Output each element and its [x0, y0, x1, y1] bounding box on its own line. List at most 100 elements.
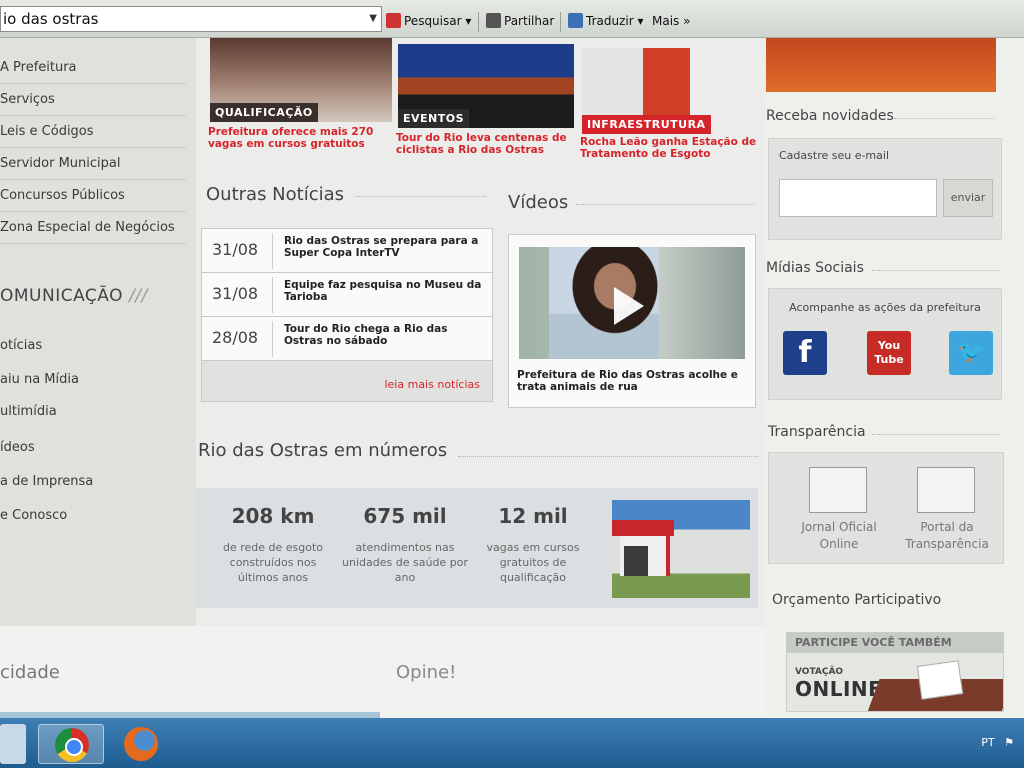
browser-toolbar: io das ostras ▼ Pesquisar ▾ Partilhar Tr… [0, 0, 1024, 38]
cidade-heading: cidade [0, 662, 60, 683]
main-content: QUALIFICAÇÃO Prefeitura oferece mais 270… [196, 38, 766, 626]
sidebar-item-zona-especial[interactable]: Zona Especial de Negócios [0, 212, 186, 244]
highlight-tag: EVENTOS [398, 109, 470, 128]
votacao-online-banner[interactable]: PARTICIPE VOCÊ TAMBÉM VOTAÇÃO ONLINE [786, 632, 1004, 712]
pesquisar-button[interactable]: Pesquisar ▾ [386, 11, 471, 31]
enviar-button[interactable]: enviar [943, 179, 993, 217]
highlight-thumb-infraestrutura[interactable]: INFRAESTRUTURA [582, 48, 756, 134]
sidebar-item-servidor[interactable]: Servidor Municipal [0, 148, 186, 180]
transparencia-title: Transparência [768, 424, 866, 440]
news-date: 31/08 [212, 284, 259, 303]
news-title: Rio das Ostras se prepara para a Super C… [284, 235, 479, 259]
highlight-tag: QUALIFICAÇÃO [210, 103, 318, 122]
section-divider [872, 434, 1000, 435]
outras-noticias-title: Outras Notícias [206, 184, 345, 205]
highlight-caption[interactable]: Prefeitura oferece mais 270 vagas em cur… [208, 126, 388, 150]
partilhar-button[interactable]: Partilhar [486, 11, 554, 31]
chrome-taskbar-button[interactable] [38, 724, 104, 764]
news-title: Equipe faz pesquisa no Museu da Tarioba [284, 279, 482, 303]
stat-value: 675 mil [363, 504, 447, 528]
traduzir-button[interactable]: Traduzir ▾ [568, 11, 644, 31]
sidebar-item-multimidia[interactable]: ultimídia [0, 404, 57, 419]
taskbar: PT ⚑ [0, 718, 1024, 768]
stat-description: vagas em cursos gratuitos de qualificaçã… [486, 541, 580, 584]
videos-title: Vídeos [508, 192, 569, 213]
jornal-oficial-link[interactable]: Jornal Oficial Online [789, 519, 889, 553]
flag-icon[interactable]: ⚑ [1004, 736, 1014, 749]
sidebar-item-videos[interactable]: ídeos [0, 440, 35, 455]
sidebar-item-imprensa[interactable]: a de Imprensa [0, 474, 93, 489]
promo-label: VOTAÇÃO [795, 667, 844, 677]
right-column: Receba novidades Cadastre seu e-mail env… [766, 38, 1024, 718]
video-caption[interactable]: Prefeitura de Rio das Ostras acolhe e tr… [517, 369, 749, 393]
search-input[interactable]: io das ostras ▼ [0, 6, 382, 32]
sidebar-item-fale-conosco[interactable]: e Conosco [0, 508, 67, 523]
banner-image[interactable] [766, 38, 996, 92]
comunicacao-heading: OMUNICAÇÃO/// [0, 286, 148, 306]
novidades-title: Receba novidades [766, 108, 894, 124]
video-thumbnail[interactable] [519, 247, 745, 359]
news-title: Tour do Rio chega a Rio das Ostras no sá… [284, 323, 448, 347]
social-label: Acompanhe as ações da prefeitura [789, 301, 981, 314]
stat-description: atendimentos nas unidades de saúde por a… [342, 541, 468, 584]
email-input[interactable] [779, 179, 937, 217]
news-item[interactable]: 31/08 Equipe faz pesquisa no Museu da Ta… [202, 273, 492, 317]
news-date: 31/08 [212, 240, 259, 259]
highlight-caption[interactable]: Rocha Leão ganha Estação de Tratamento d… [580, 136, 758, 160]
stat-value: 12 mil [498, 504, 568, 528]
youtube-icon[interactable]: You Tube [867, 331, 911, 375]
opine-heading: Opine! [396, 662, 457, 683]
toolbar-separator [478, 12, 479, 32]
building-door [624, 546, 648, 576]
highlight-thumb-eventos[interactable]: EVENTOS [398, 44, 574, 128]
news-date: 28/08 [212, 328, 259, 347]
translate-icon [568, 13, 583, 28]
section-divider [458, 456, 758, 457]
laptop-icon[interactable] [917, 467, 975, 513]
mais-button[interactable]: Mais » [652, 11, 690, 31]
highlight-thumb-qualificacao[interactable]: QUALIFICAÇÃO [210, 38, 392, 122]
promo-title: ONLINE [795, 677, 883, 701]
twitter-icon[interactable]: 🐦 [949, 331, 993, 375]
facebook-icon[interactable]: f [783, 331, 827, 375]
system-tray: PT ⚑ [981, 736, 1014, 749]
firefox-icon [124, 727, 158, 761]
news-item[interactable]: 28/08 Tour do Rio chega a Rio das Ostras… [202, 317, 492, 361]
sidebar-item-noticias[interactable]: otícias [0, 338, 42, 353]
stat-description: de rede de esgoto construídos nos último… [222, 541, 324, 584]
share-icon [486, 13, 501, 28]
sidebar-item-leis[interactable]: Leis e Códigos [0, 116, 186, 148]
search-input-value: io das ostras [3, 10, 99, 28]
video-card[interactable]: Prefeitura de Rio das Ostras acolhe e tr… [508, 234, 756, 408]
newspaper-icon[interactable] [809, 467, 867, 513]
midias-title: Mídias Sociais [766, 260, 864, 276]
leia-mais-link[interactable]: leia mais notícias [384, 378, 480, 391]
sidebar-item-servicos[interactable]: Serviços [0, 84, 186, 116]
news-list: 31/08 Rio das Ostras se prepara para a S… [201, 228, 493, 402]
highlight-caption[interactable]: Tour do Rio leva centenas de ciclistas a… [396, 132, 574, 156]
toolbar-separator [560, 12, 561, 32]
section-divider [576, 204, 754, 205]
dropdown-caret-icon[interactable]: ▼ [369, 7, 377, 31]
ballot-paper-icon [916, 660, 964, 700]
section-divider [356, 196, 486, 197]
sidebar-item-concursos[interactable]: Concursos Públicos [0, 180, 186, 212]
stat-value: 208 km [231, 504, 315, 528]
transparencia-box: Jornal Oficial Online Portal da Transpar… [768, 452, 1004, 564]
news-divider [272, 233, 273, 269]
news-item[interactable]: 31/08 Rio das Ostras se prepara para a S… [202, 229, 492, 273]
newsletter-box: Cadastre seu e-mail enviar [768, 138, 1002, 240]
explorer-icon[interactable] [0, 724, 26, 764]
play-icon[interactable] [614, 287, 644, 325]
portal-transparencia-link[interactable]: Portal da Transparência [897, 519, 997, 553]
google-icon [386, 13, 401, 28]
building-photo [612, 500, 750, 598]
news-divider [272, 321, 273, 357]
sidebar-item-prefeitura[interactable]: A Prefeitura [0, 52, 186, 84]
sidebar: A Prefeitura Serviços Leis e Códigos Ser… [0, 38, 196, 626]
building-roof [612, 520, 674, 536]
promo-heading: PARTICIPE VOCÊ TAMBÉM [787, 633, 1003, 653]
sidebar-item-na-midia[interactable]: aiu na Mídia [0, 372, 79, 387]
firefox-taskbar-button[interactable] [112, 724, 170, 764]
language-indicator[interactable]: PT [981, 736, 994, 749]
